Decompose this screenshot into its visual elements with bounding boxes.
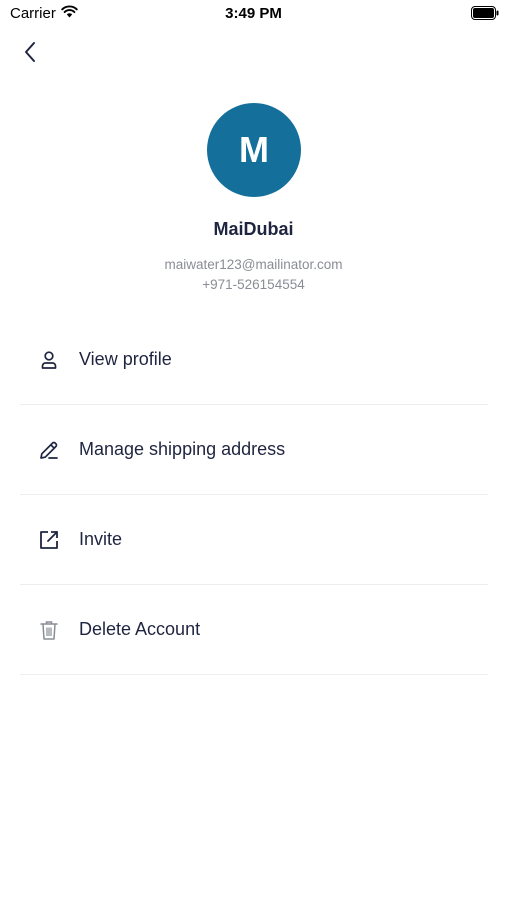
- menu-item-label: View profile: [79, 349, 172, 369]
- profile-phone: +971-526154554: [202, 277, 305, 292]
- menu-item-label: Invite: [79, 529, 123, 549]
- status-bar: Carrier 3:49 PM: [0, 0, 507, 28]
- profile-name: MaiDubai: [213, 219, 294, 239]
- avatar: M: [207, 103, 301, 197]
- pencil-icon: [36, 437, 62, 463]
- menu-item-view-profile[interactable]: View profile: [20, 315, 488, 405]
- external-link-icon: [36, 527, 62, 553]
- chevron-left-icon: [23, 41, 37, 68]
- battery-icon: [471, 6, 499, 25]
- menu-item-label: Manage shipping address: [79, 439, 286, 459]
- profile-email: maiwater123@mailinator.com: [164, 257, 343, 272]
- menu-item-invite[interactable]: Invite: [20, 495, 488, 585]
- trash-icon: [36, 617, 62, 643]
- menu-item-delete-account[interactable]: Delete Account: [20, 585, 488, 675]
- menu-item-label: Delete Account: [79, 619, 201, 639]
- avatar-initial: M: [239, 129, 269, 170]
- account-menu: View profile Manage shipping address Inv…: [20, 315, 488, 675]
- back-button[interactable]: [14, 38, 46, 70]
- status-time: 3:49 PM: [225, 5, 282, 22]
- menu-item-manage-shipping-address[interactable]: Manage shipping address: [20, 405, 488, 495]
- user-icon: [36, 347, 62, 373]
